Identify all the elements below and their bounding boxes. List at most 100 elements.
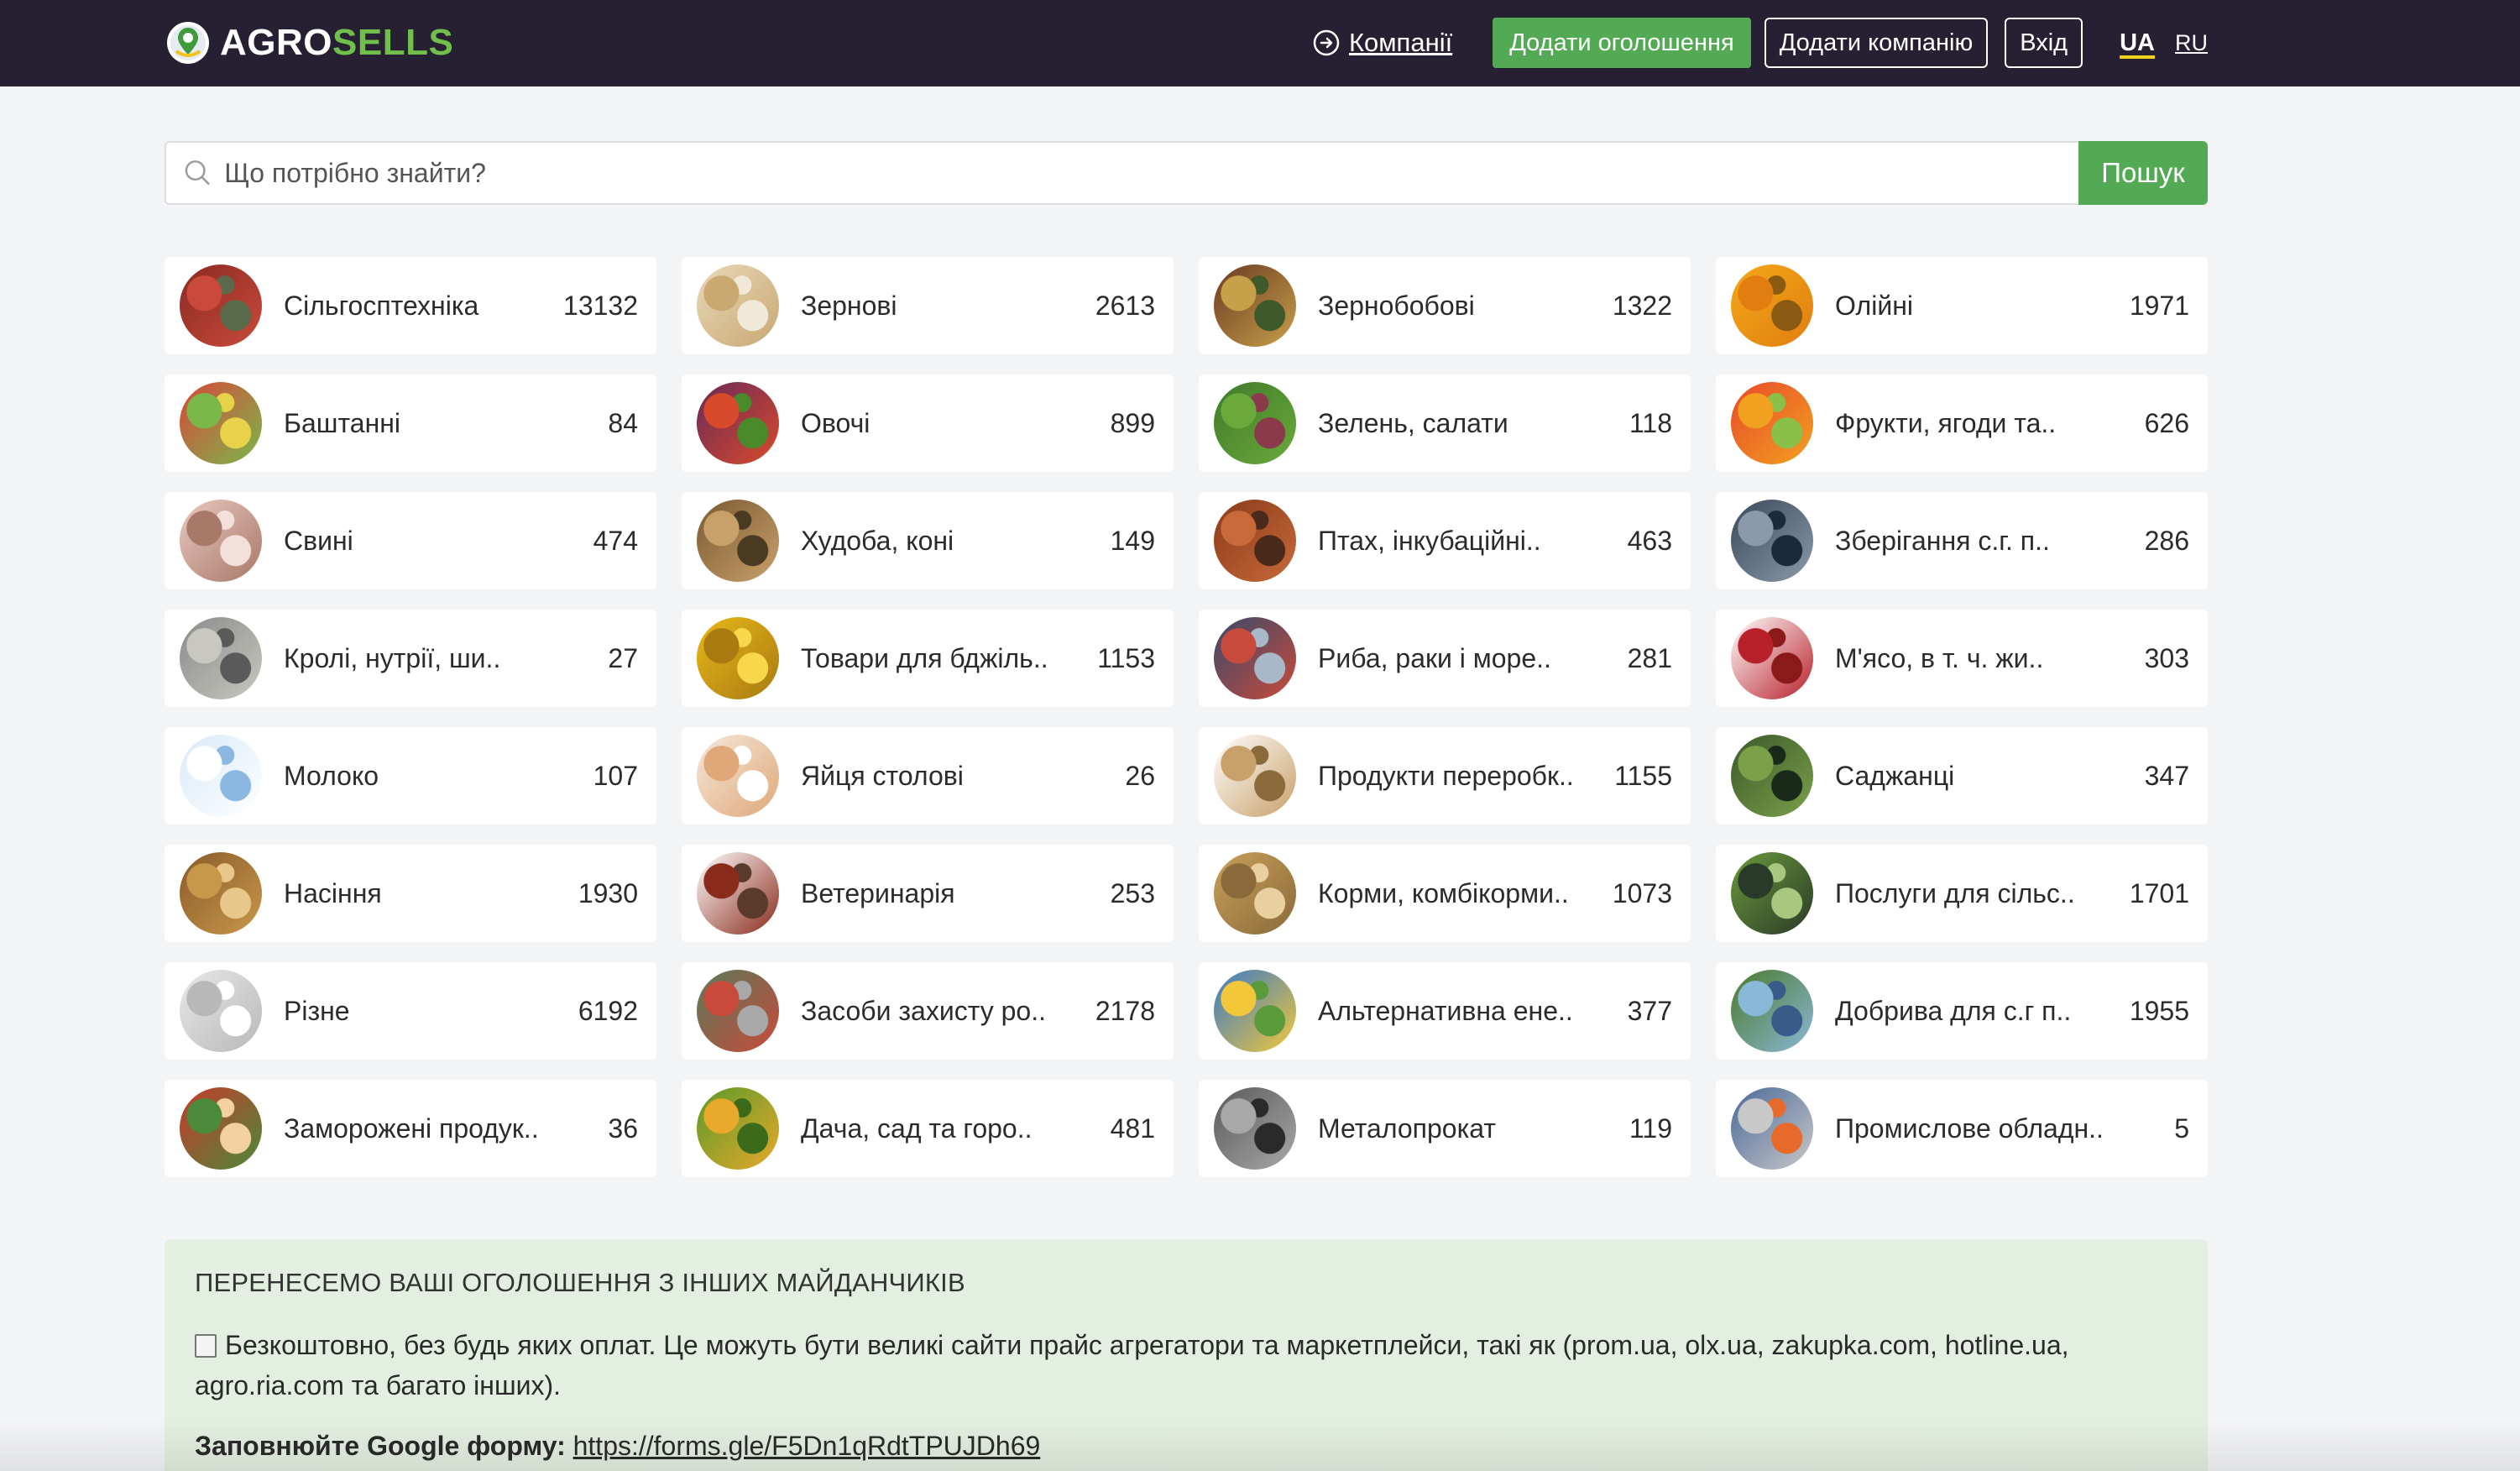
category-label: Різне xyxy=(284,995,350,1026)
category-card[interactable]: Зернові 2613 xyxy=(682,257,1174,354)
lang-ua-link[interactable]: UA xyxy=(2120,29,2155,57)
search-button[interactable]: Пошук xyxy=(2078,141,2208,205)
category-count: 149 xyxy=(1110,525,1155,556)
lang-ru-link[interactable]: RU xyxy=(2175,30,2208,56)
category-card[interactable]: Товари для бджіль.. 1153 xyxy=(682,610,1174,707)
add-ad-button[interactable]: Додати оголошення xyxy=(1493,18,1751,68)
logo-agro: AGRO xyxy=(220,22,332,63)
category-count: 2178 xyxy=(1095,995,1155,1026)
category-card[interactable]: Корми, комбікорми.. 1073 xyxy=(1199,845,1691,942)
category-card[interactable]: Насіння 1930 xyxy=(165,845,656,942)
search-bar: Пошук xyxy=(165,141,2208,205)
category-count: 347 xyxy=(2144,760,2189,791)
category-label: Продукти переробк.. xyxy=(1318,760,1574,791)
category-card[interactable]: Олійні 1971 xyxy=(1716,257,2208,354)
category-label: Зберігання с.г. п.. xyxy=(1835,525,2050,556)
category-card[interactable]: Риба, раки і море.. 281 xyxy=(1199,610,1691,707)
companies-link[interactable]: Компанії xyxy=(1312,28,1452,58)
category-label: Сільгосптехніка xyxy=(284,290,479,321)
category-label: Птах, інкубаційні.. xyxy=(1318,525,1541,556)
category-card[interactable]: Молоко 107 xyxy=(165,727,656,824)
category-label: Фрукти, ягоди та.. xyxy=(1835,407,2057,438)
category-label: Свині xyxy=(284,525,353,556)
category-image xyxy=(1214,500,1296,582)
search-icon xyxy=(185,160,210,185)
category-count: 1701 xyxy=(2129,877,2189,908)
category-card[interactable]: М'ясо, в т. ч. жи.. 303 xyxy=(1716,610,2208,707)
category-count: 626 xyxy=(2144,407,2189,438)
category-card[interactable]: Різне 6192 xyxy=(165,962,656,1060)
category-label: Дача, сад та горо.. xyxy=(801,1112,1033,1144)
category-count: 118 xyxy=(1629,407,1672,438)
category-card[interactable]: Баштанні 84 xyxy=(165,374,656,472)
category-label: Зелень, салати xyxy=(1318,407,1508,438)
category-image xyxy=(1214,735,1296,817)
category-count: 463 xyxy=(1627,525,1672,556)
search-input[interactable] xyxy=(224,157,2078,189)
category-card[interactable]: Овочі 899 xyxy=(682,374,1174,472)
add-company-button[interactable]: Додати компанію xyxy=(1764,18,1989,68)
category-card[interactable]: Сільгосптехніка 13132 xyxy=(165,257,656,354)
category-count: 1955 xyxy=(2129,995,2189,1026)
category-card[interactable]: Фрукти, ягоди та.. 626 xyxy=(1716,374,2208,472)
search-field[interactable] xyxy=(165,141,2078,205)
category-count: 281 xyxy=(1627,642,1672,673)
category-image xyxy=(1731,1087,1813,1170)
info-form-line: Заповнюйте Google форму: https://forms.g… xyxy=(195,1431,2178,1462)
category-card[interactable]: Промислове обладн.. 5 xyxy=(1716,1080,2208,1177)
category-image xyxy=(1214,617,1296,699)
category-card[interactable]: Зберігання с.г. п.. 286 xyxy=(1716,492,2208,589)
category-label: Риба, раки і море.. xyxy=(1318,642,1551,673)
category-card[interactable]: Зернобобові 1322 xyxy=(1199,257,1691,354)
google-form-link[interactable]: https://forms.gle/F5Dn1qRdtTPUJDh69 xyxy=(573,1431,1041,1461)
category-card[interactable]: Кролі, нутрії, ши.. 27 xyxy=(165,610,656,707)
site-logo[interactable]: AGROSELLS xyxy=(165,18,453,67)
login-button[interactable]: Вхід xyxy=(2005,18,2083,68)
category-label: Яйця столові xyxy=(801,760,964,791)
category-card[interactable]: Альтернативна ене.. 377 xyxy=(1199,962,1691,1060)
category-count: 286 xyxy=(2144,525,2189,556)
category-card[interactable]: Добрива для с.г п.. 1955 xyxy=(1716,962,2208,1060)
category-label: Олійні xyxy=(1835,290,1913,321)
category-card[interactable]: Птах, інкубаційні.. 463 xyxy=(1199,492,1691,589)
logo-text: AGROSELLS xyxy=(220,24,453,61)
category-count: 2613 xyxy=(1095,290,1155,321)
category-card[interactable]: Свині 474 xyxy=(165,492,656,589)
category-image xyxy=(180,617,262,699)
info-block: ПЕРЕНЕСЕМО ВАШІ ОГОЛОШЕННЯ З ІНШИХ МАЙДА… xyxy=(165,1239,2208,1471)
category-label: Худоба, коні xyxy=(801,525,954,556)
category-card[interactable]: Яйця столові 26 xyxy=(682,727,1174,824)
category-image xyxy=(1214,1087,1296,1170)
category-image xyxy=(1731,970,1813,1052)
category-image xyxy=(697,382,779,464)
info-text-body: Безкоштовно, без будь яких оплат. Це мож… xyxy=(195,1330,2069,1400)
category-image xyxy=(1214,382,1296,464)
category-card[interactable]: Металопрокат 119 xyxy=(1199,1080,1691,1177)
category-label: Добрива для с.г п.. xyxy=(1835,995,2072,1026)
category-image xyxy=(697,1087,779,1170)
category-card[interactable]: Послуги для сільс.. 1701 xyxy=(1716,845,2208,942)
category-card[interactable]: Зелень, салати 118 xyxy=(1199,374,1691,472)
category-card[interactable]: Ветеринарія 253 xyxy=(682,845,1174,942)
category-card[interactable]: Дача, сад та горо.. 481 xyxy=(682,1080,1174,1177)
category-card[interactable]: Заморожені продук.. 36 xyxy=(165,1080,656,1177)
category-count: 253 xyxy=(1110,877,1155,908)
category-card[interactable]: Продукти переробк.. 1155 xyxy=(1199,727,1691,824)
category-image xyxy=(1731,617,1813,699)
categories-grid: Сільгосптехніка 13132 Зернові 2613 Зернобобо… xyxy=(165,257,2208,1177)
category-label: Баштанні xyxy=(284,407,401,438)
category-image xyxy=(1731,382,1813,464)
category-card[interactable]: Саджанці 347 xyxy=(1716,727,2208,824)
companies-link-label: Компанії xyxy=(1348,28,1453,57)
info-form-label: Заповнюйте Google форму: xyxy=(195,1431,566,1461)
category-image xyxy=(180,382,262,464)
category-count: 13132 xyxy=(563,290,638,321)
category-count: 36 xyxy=(608,1112,638,1144)
category-card[interactable]: Худоба, коні 149 xyxy=(682,492,1174,589)
category-image xyxy=(180,735,262,817)
logo-globe-icon xyxy=(167,22,209,64)
category-label: Саджанці xyxy=(1835,760,1955,791)
header-nav: Компанії Додати оголошення Додати компан… xyxy=(1312,17,2208,69)
category-card[interactable]: Засоби захисту ро.. 2178 xyxy=(682,962,1174,1060)
category-image xyxy=(1214,264,1296,347)
